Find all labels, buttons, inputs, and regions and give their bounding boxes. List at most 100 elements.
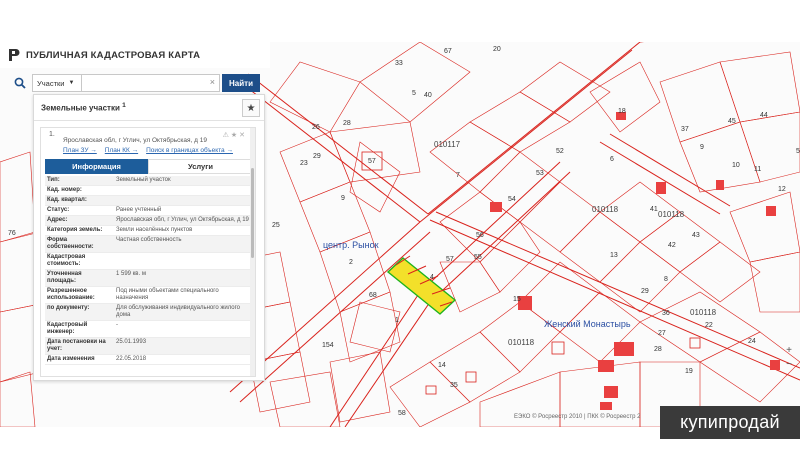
map-label: 40 [424, 92, 432, 99]
parcel-card: 1. Ярославская обл, г Углич, ул Октябрьс… [40, 127, 256, 377]
tab-information[interactable]: Информация [45, 159, 148, 174]
map-label: 010117 [434, 140, 461, 149]
map-label: 24 [748, 338, 756, 345]
info-row: Категория земель: Земли населённых пункто… [45, 226, 253, 236]
favorite-star-icon[interactable]: ★ [242, 99, 260, 117]
info-table: Тип: Земельный участок Кад. номер: Кад. ква… [45, 176, 253, 365]
map-label: 23 [300, 160, 308, 167]
app-title: ПУБЛИЧНАЯ КАДАСТРОВАЯ КАРТА [26, 49, 201, 61]
search-type-value: Участки [37, 78, 65, 88]
search-type-select[interactable]: Участки ▼ [32, 74, 82, 92]
info-key: Кад. номер: [47, 187, 82, 193]
map-label: 29 [313, 153, 321, 160]
watermark: купипродай [660, 406, 800, 439]
map-label: 9 [700, 144, 704, 151]
map-label: 58 [398, 410, 406, 417]
tab-services[interactable]: Услуги [148, 159, 253, 174]
map-label: 2 [349, 259, 353, 266]
info-row: Кадастровый инженер: - [45, 321, 253, 338]
map-label: 45 [728, 118, 736, 125]
map-copyright: ЕЭКО © Росреестр 2010 | ПКК © Росреестр … [514, 414, 641, 420]
info-key: по документу: [47, 305, 90, 311]
info-row: Дата постановки на учет: 25.01.1993 [45, 338, 253, 355]
info-key: Статус: [47, 207, 70, 213]
map-label: 55 [474, 254, 482, 261]
info-value [114, 253, 253, 269]
link-search-in-bounds[interactable]: Поиск в границах объекта → [146, 147, 233, 154]
map-label: 28 [343, 120, 351, 127]
map-label: 42 [668, 242, 676, 249]
info-row: Кад. квартал: [45, 196, 253, 206]
map-label: 41 [650, 206, 658, 213]
info-row: Дата изменения 22.05.2018 [45, 355, 253, 365]
map-label: 010118 [658, 210, 685, 219]
link-plan-kk[interactable]: План КК → [105, 147, 138, 154]
map-label: 010118 [508, 338, 535, 347]
card-tabs: Информация Услуги [45, 159, 253, 174]
panel-header: Земельные участки 1 ★ [34, 95, 264, 121]
map-label: 53 [536, 170, 544, 177]
map-label: 52 [556, 148, 564, 155]
info-row: Уточненная площадь: 1 599 кв. м [45, 270, 253, 287]
map-label: 13 [610, 252, 618, 259]
info-row: Кад. номер: [45, 186, 253, 196]
map-label: 56 [476, 232, 484, 239]
info-key: Дата изменения [47, 356, 95, 362]
map-label: 10 [732, 162, 740, 169]
item-number: 1. [49, 131, 55, 138]
info-value: Ярославская обл, г Углич, ул Октябрьская… [116, 217, 249, 223]
map-label: 76 [8, 230, 16, 237]
info-row: Статус: Ранее учтенный [45, 206, 253, 216]
info-key: Категория земель: [47, 227, 103, 233]
info-key: Кад. квартал: [47, 197, 87, 203]
map-label: 7 [456, 172, 460, 179]
info-row: Форма собственности: Частная собственност… [45, 236, 253, 253]
app-header: ПУБЛИЧНАЯ КАДАСТРОВАЯ КАРТА [0, 42, 270, 68]
zoom-out-button[interactable]: − [780, 358, 798, 372]
info-value: Частная собственность [116, 237, 182, 243]
card-scrollbar[interactable] [250, 128, 255, 376]
item-links: План ЗУ → План КК → Поиск в границах объ… [63, 147, 233, 154]
info-key: Дата постановки на учет: [47, 339, 106, 352]
item-action-icons[interactable]: ⚠★✕ [223, 131, 247, 139]
info-key: Форма собственности: [47, 237, 94, 250]
map-label: 5 [412, 90, 416, 97]
map-label: 010118 [592, 205, 619, 214]
info-key: Кадастровая стоимость: [47, 254, 86, 267]
rosreestr-logo-icon[interactable] [8, 48, 20, 62]
info-row: Разрешенное использование: Под иными объе… [45, 287, 253, 304]
zoom-controls: + − [780, 344, 798, 372]
search-icon[interactable] [8, 72, 32, 94]
map-label: 14 [438, 362, 446, 369]
map-label: 9 [341, 195, 345, 202]
selected-parcel[interactable] [386, 255, 457, 315]
info-row: по документу: Для обслуживания индивидуал… [45, 304, 253, 321]
info-value: - [116, 322, 118, 328]
link-plan-zu[interactable]: План ЗУ → [63, 147, 97, 154]
map-label: 18 [618, 108, 626, 115]
search-button[interactable]: Найти [222, 74, 260, 92]
search-input[interactable]: × [82, 74, 220, 92]
map-label: 33 [395, 60, 403, 67]
info-key: Уточненная площадь: [47, 271, 82, 284]
info-value: 1 599 кв. м [116, 271, 146, 277]
info-value: Ранее учтенный [116, 207, 162, 213]
map-label: 57 [368, 158, 376, 165]
map-label: 6 [610, 156, 614, 163]
scrollbar-thumb[interactable] [251, 168, 254, 258]
chevron-down-icon: ▼ [68, 80, 75, 86]
map-label: 8 [664, 276, 668, 283]
map-label: 28 [654, 346, 662, 353]
info-row: Тип: Земельный участок [45, 176, 253, 186]
map-label: 35 [450, 382, 458, 389]
map-label: 11 [754, 166, 762, 173]
info-value: Для обслуживания индивидуального жилого … [116, 305, 240, 318]
zoom-in-button[interactable]: + [780, 344, 798, 358]
info-key: Тип: [47, 177, 60, 183]
results-panel: Земельные участки 1 ★ 1. Ярославская обл… [33, 94, 265, 381]
info-value [114, 186, 253, 195]
map-label: 54 [508, 196, 516, 203]
clear-icon[interactable]: × [210, 77, 215, 87]
map-label: 44 [760, 112, 768, 119]
result-count: 1 [122, 102, 126, 110]
